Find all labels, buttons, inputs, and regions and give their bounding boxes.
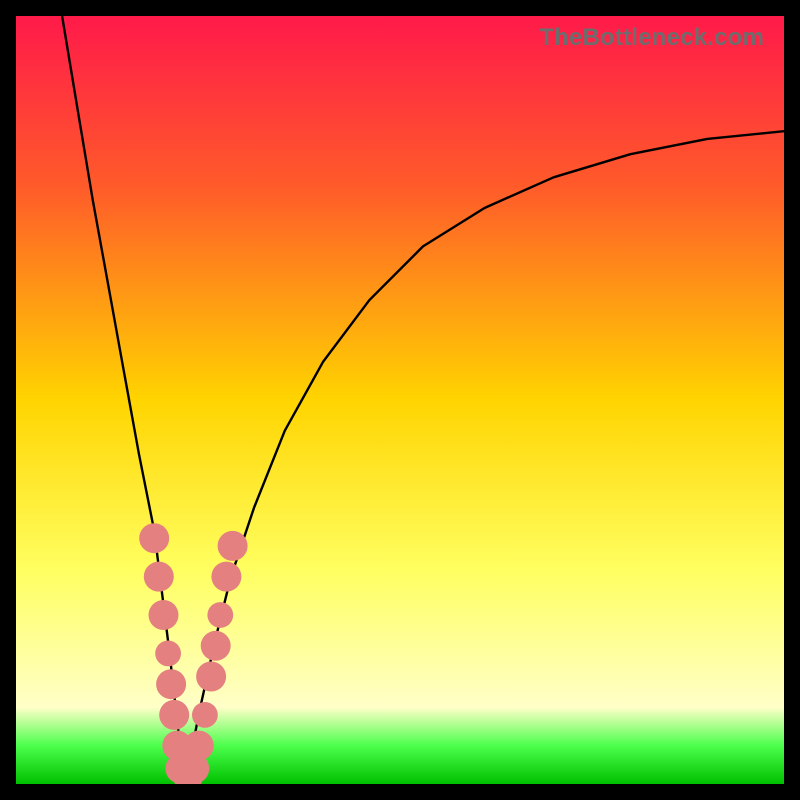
data-marker bbox=[184, 731, 214, 761]
bottleneck-chart bbox=[16, 16, 784, 784]
data-marker bbox=[155, 641, 181, 667]
data-marker bbox=[139, 523, 169, 553]
data-marker bbox=[218, 531, 248, 561]
chart-frame: TheBottleneck.com bbox=[16, 16, 784, 784]
watermark-text: TheBottleneck.com bbox=[539, 24, 764, 52]
data-marker bbox=[192, 702, 218, 728]
data-marker bbox=[156, 669, 186, 699]
gradient-background bbox=[16, 16, 784, 784]
data-marker bbox=[159, 700, 189, 730]
data-marker bbox=[201, 631, 231, 661]
data-marker bbox=[211, 562, 241, 592]
data-marker bbox=[207, 602, 233, 628]
data-marker bbox=[149, 600, 179, 630]
data-marker bbox=[196, 662, 226, 692]
data-marker bbox=[144, 562, 174, 592]
